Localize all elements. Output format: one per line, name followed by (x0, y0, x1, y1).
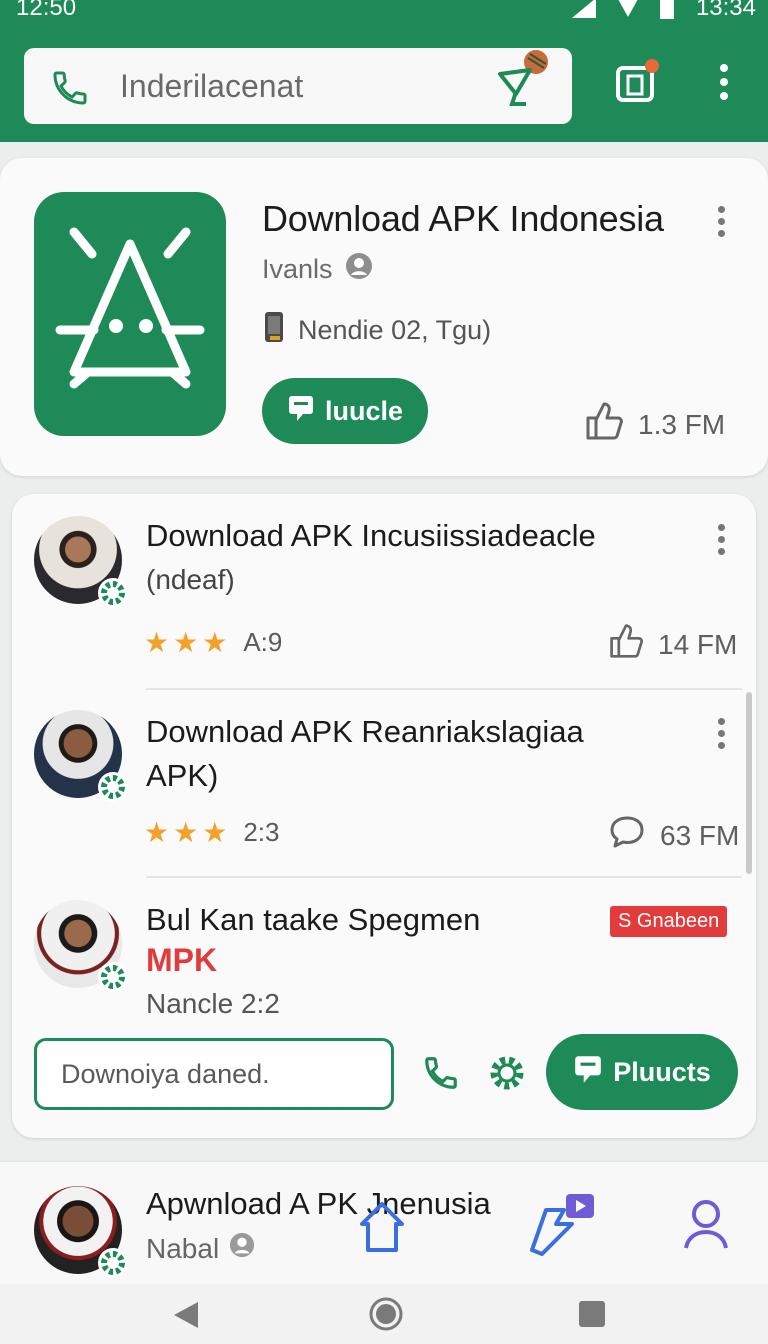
satellite-dish-icon[interactable] (492, 48, 556, 115)
store-icon[interactable] (612, 58, 660, 109)
developer-name: Nabal (146, 1232, 220, 1264)
featured-meta: Nendie 02, Tgu) (262, 310, 491, 351)
settings-badge-icon (98, 962, 128, 992)
featured-likes: 1.3 FM (584, 400, 725, 449)
verified-badge-icon (229, 1232, 255, 1265)
download-input[interactable] (34, 1038, 394, 1110)
thumbs-up-icon (584, 400, 624, 449)
phone-icon[interactable] (50, 68, 90, 113)
comment-icon (608, 814, 646, 857)
likes-count: 14 FM (658, 628, 738, 660)
status-badge: S Gnabeen (610, 906, 728, 937)
status-time: 12:50 (16, 0, 77, 21)
bottom-panel: Apwnload A PK Jnenusia Nabal (0, 1162, 768, 1284)
app-logo-icon (34, 192, 226, 436)
list-item-subtitle: (ndeaf) (146, 564, 235, 595)
thumbs-up-icon (608, 622, 644, 667)
rating: ★ ★ ★ A:9 (144, 626, 282, 659)
status-right-time: 13:34 (695, 0, 756, 21)
bottom-item-title: Apwnload A PK Jnenusia (146, 1186, 491, 1221)
device-icon (262, 310, 286, 351)
products-label: Pluucts (613, 1056, 711, 1087)
settings-badge-icon (98, 1248, 128, 1278)
featured-app-title: Download APK Indonesia (262, 198, 664, 239)
avatar (34, 516, 128, 608)
avatar (34, 1186, 128, 1278)
featured-app-card[interactable]: Download APK Indonesia Ivanls Nendie 02,… (0, 158, 768, 476)
item-likes: 14 FM (608, 622, 737, 667)
nav-media-icon[interactable] (528, 1190, 598, 1261)
more-vert-icon[interactable] (718, 64, 730, 105)
star-icon: ★ (173, 817, 199, 848)
rating-text: 2:3 (243, 817, 280, 847)
item-more-icon[interactable] (718, 524, 726, 560)
star-icon: ★ (144, 817, 170, 848)
release-info: Nendie 02, Tgu) (298, 315, 492, 345)
featured-more-icon[interactable] (718, 206, 726, 242)
list-item-title: Bul Kan taake Spegmen (146, 902, 481, 937)
bottom-item-subtitle: Nabal (146, 1232, 255, 1265)
phone-icon[interactable] (422, 1054, 460, 1097)
nav-home-icon[interactable] (356, 1200, 408, 1261)
item-comments: 63 FM (608, 814, 739, 857)
wifi-icon (617, 0, 638, 17)
message-icon (573, 1053, 603, 1092)
signal-icon (571, 0, 596, 18)
settings-icon[interactable] (488, 1054, 526, 1097)
app-bar: 12:50 13:34 (0, 0, 768, 142)
divider (146, 688, 742, 690)
system-nav-bar (0, 1284, 768, 1344)
star-icon: ★ (144, 627, 170, 658)
rating-text: A:9 (243, 627, 283, 657)
item-more-icon[interactable] (718, 718, 726, 754)
message-icon (287, 393, 315, 430)
settings-badge-icon (98, 578, 128, 608)
list-item-subtitle: Nancle 2:2 (146, 988, 280, 1019)
recents-icon[interactable] (578, 1300, 606, 1333)
products-button[interactable]: Pluucts (546, 1034, 738, 1110)
likes-count: 1.3 FM (638, 408, 726, 440)
status-icons: 13:34 (571, 0, 756, 22)
back-icon[interactable] (172, 1300, 200, 1335)
comments-count: 63 FM (660, 819, 740, 851)
search-input[interactable] (120, 62, 500, 110)
avatar (34, 900, 128, 992)
star-icon: ★ (202, 817, 228, 848)
home-button-icon[interactable] (368, 1296, 404, 1337)
list-item-subtitle: APK) (146, 758, 219, 793)
search-bar[interactable] (24, 48, 572, 124)
nav-profile-icon[interactable] (682, 1198, 730, 1255)
list-item-highlight: MPK (146, 942, 218, 978)
rating: ★ ★ ★ 2:3 (144, 816, 279, 849)
install-label: luucle (324, 395, 404, 426)
scrollbar[interactable] (746, 692, 752, 874)
featured-developer: Ivanls (262, 252, 373, 287)
star-icon: ★ (173, 627, 199, 658)
settings-badge-icon (98, 772, 128, 802)
list-item-title: Download APK Incusiissiadeacle (146, 518, 596, 553)
star-icon: ★ (202, 627, 228, 658)
divider (146, 876, 742, 878)
developer-name: Ivanls (262, 254, 333, 284)
avatar (34, 710, 128, 802)
list-item-title: Download APK Reanriakslagiaa (146, 714, 584, 749)
app-list-card: Download APK Incusiissiadeacle (ndeaf) ★… (12, 494, 756, 1138)
battery-icon (659, 0, 674, 19)
install-button[interactable]: luucle (262, 378, 428, 444)
verified-badge-icon (345, 252, 373, 287)
